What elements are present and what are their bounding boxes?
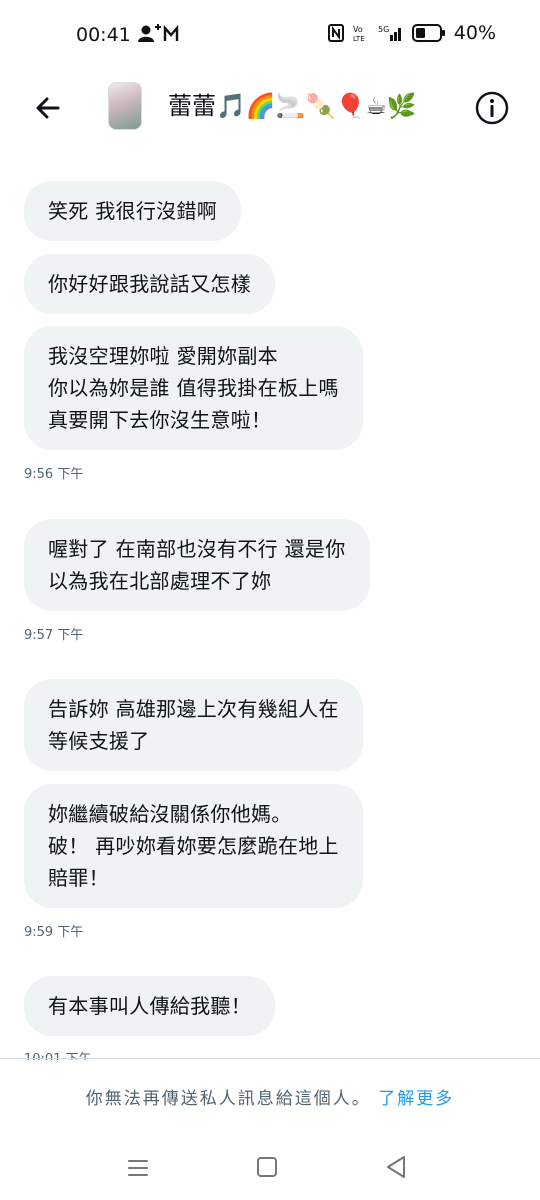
divider [0,1058,540,1059]
message-bubble[interactable]: 我沒空理妳啦 愛開妳副本 你以為妳是誰 值得我掛在板上嗎 真要開下去你沒生意啦！ [24,326,363,450]
system-nav-bar [0,1140,540,1200]
info-icon[interactable] [474,90,510,126]
svg-text:5G: 5G [378,25,389,34]
status-time: 00:41 [76,24,131,46]
message-timestamp: 9:56 下午 [24,467,84,482]
person-add-icon [138,24,179,42]
nav-back-icon[interactable] [384,1154,408,1180]
dm-disabled-notice: 你無法再傳送私人訊息給這個人。 了解更多 [0,1084,540,1109]
message-bubble[interactable]: 告訴妳 高雄那邊上次有幾組人在 等候支援了 [24,679,363,771]
svg-text:LTE: LTE [353,35,365,43]
volte-icon: Vo LTE [353,25,365,43]
status-system-icons: Vo LTE 5G 40% [327,22,496,44]
gmail-icon [163,24,179,41]
avatar[interactable] [108,82,142,130]
nfc-icon [327,24,344,42]
message-bubble[interactable]: 你好好跟我說話又怎樣 [24,254,275,314]
battery-percent: 40% [453,22,496,44]
recent-apps-icon[interactable] [126,1156,150,1180]
message-bubble[interactable]: 笑死 我很行沒錯啊 [24,181,242,241]
battery-icon [411,24,445,42]
status-bar: 00:41 Vo LTE 5G 40% [0,0,540,72]
message-bubble[interactable]: 喔對了 在南部也沒有不行 還是你 以為我在北部處理不了妳 [24,519,370,611]
message-timestamp: 9:59 下午 [24,925,84,940]
signal-5g-icon: 5G [378,25,401,41]
contact-name[interactable]: 蕾蕾🎵🌈🚬🍡🎈☕🌿 [168,86,448,121]
learn-more-link[interactable]: 了解更多 [378,1089,454,1109]
notice-text: 你無法再傳送私人訊息給這個人。 [85,1089,371,1109]
message-timestamp: 9:57 下午 [24,628,84,643]
conversation-header: 蕾蕾🎵🌈🚬🍡🎈☕🌿 [0,72,540,144]
status-notification-icons [138,24,186,49]
home-icon[interactable] [256,1156,278,1178]
back-arrow-icon[interactable] [28,88,68,128]
message-list[interactable]: 笑死 我很行沒錯啊 你好好跟我說話又怎樣 我沒空理妳啦 愛開妳副本 你以為妳是誰… [0,150,540,1060]
svg-text:Vo: Vo [353,25,363,34]
message-bubble[interactable]: 有本事叫人傳給我聽！ [24,976,275,1036]
message-bubble[interactable]: 妳繼續破給沒關係你他媽。 破！ 再吵妳看妳要怎麼跪在地上 賠罪！ [24,784,363,908]
